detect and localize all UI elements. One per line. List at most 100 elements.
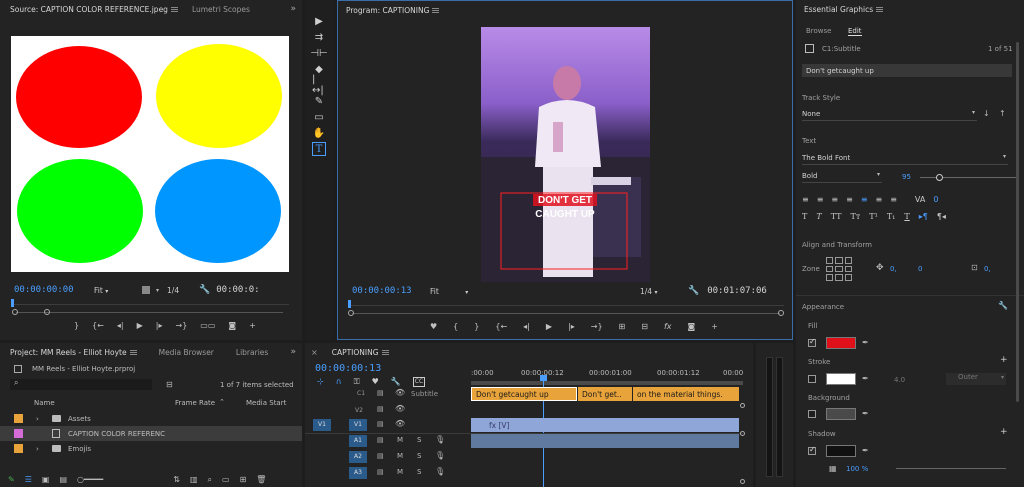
sync-lock-icon[interactable]: ▤	[377, 468, 384, 476]
underline-icon[interactable]: T	[904, 212, 909, 221]
panel-overflow-icon[interactable]: »	[290, 4, 296, 14]
stroke-width-value[interactable]: 4.0	[894, 376, 905, 384]
tab-program[interactable]: Program: CAPTIONING	[346, 6, 440, 15]
sort-icon[interactable]: ⇅	[173, 475, 180, 485]
sync-lock-icon[interactable]: ▤	[377, 420, 384, 428]
trash-icon[interactable]: 🗑	[256, 475, 266, 485]
small-caps-icon[interactable]: Tт	[851, 212, 861, 221]
subtitle-clip[interactable]: Don't getcaught up	[471, 387, 577, 401]
subtitle-clip[interactable]: on the material things.	[633, 387, 739, 401]
source-scrubber[interactable]	[11, 299, 289, 307]
background-color-swatch[interactable]	[826, 408, 856, 420]
a2-target[interactable]: A2	[349, 451, 367, 463]
sort-up-icon[interactable]: ⌃	[219, 398, 225, 406]
fill-checkbox[interactable]	[808, 337, 816, 347]
settings-square-icon[interactable]	[142, 286, 150, 294]
list-item[interactable]: › Emojis	[0, 441, 302, 456]
expand-chevron-icon[interactable]: ›	[36, 415, 39, 423]
panel-overflow-icon[interactable]: »	[290, 347, 296, 357]
zone-grid[interactable]	[826, 257, 852, 281]
program-ratio-select[interactable]: 1/4 ▾	[640, 287, 688, 296]
timeline-timecode[interactable]: 00:00:00:13	[315, 363, 381, 374]
source-zoom-bar[interactable]	[12, 309, 287, 315]
program-zoom-bar[interactable]	[348, 310, 784, 316]
insert-icon[interactable]: ▭▭	[200, 321, 215, 330]
eg-scrollbar[interactable]	[1016, 42, 1019, 402]
justify-center-icon[interactable]: ≡	[861, 195, 868, 204]
add-stroke-icon[interactable]: +	[1000, 355, 1008, 365]
new-bin-button-icon[interactable]: ▭	[222, 475, 230, 485]
eye-icon[interactable]: 👁	[395, 419, 405, 428]
stroke-type-select[interactable]: Outer ▾	[946, 373, 1006, 385]
wrench-icon[interactable]: 🔧	[998, 301, 1008, 310]
list-item[interactable]: › Assets	[0, 411, 302, 426]
align-center-icon[interactable]: ≡	[817, 195, 824, 204]
mark-out-icon[interactable]: }	[74, 321, 79, 330]
expand-chevron-icon[interactable]: ›	[36, 445, 39, 453]
go-to-in-icon[interactable]: {←	[92, 321, 104, 330]
zoom-handle-left[interactable]	[12, 309, 18, 315]
marker-icon[interactable]: ♥	[430, 322, 437, 331]
program-playhead[interactable]	[348, 300, 351, 308]
justify-all-icon[interactable]: ≡	[890, 195, 897, 204]
superscript-icon[interactable]: T¹	[869, 212, 878, 221]
wrench-icon[interactable]: 🔧	[688, 286, 699, 296]
rtl-icon[interactable]: ¶◂	[937, 212, 946, 221]
add-button-icon[interactable]: +	[711, 322, 718, 331]
font-style-select[interactable]: Bold ▾	[802, 171, 882, 183]
col-name[interactable]: Name	[34, 399, 55, 407]
pen-tool-icon[interactable]: ✎	[312, 94, 326, 108]
hand-tool-icon[interactable]: ✋	[312, 126, 326, 140]
panel-menu-icon[interactable]	[129, 350, 137, 355]
eye-icon[interactable]: 👁	[395, 388, 405, 397]
opacity-value[interactable]: 100 %	[846, 465, 868, 473]
eyedropper-icon[interactable]: ✒	[862, 338, 869, 347]
add-button-icon[interactable]: +	[249, 321, 256, 330]
step-back-icon[interactable]: ◂|	[117, 321, 124, 330]
microphone-icon[interactable]: 🎙	[435, 435, 445, 444]
list-item[interactable]: CAPTION COLOR REFERENC	[0, 426, 302, 441]
microphone-icon[interactable]: 🎙	[435, 451, 445, 460]
justify-left-icon[interactable]: ≡	[846, 195, 853, 204]
step-forward-icon[interactable]: |▸	[156, 321, 163, 330]
go-to-out-icon[interactable]: →}	[175, 321, 187, 330]
ripple-edit-icon[interactable]: ⊣⊢	[310, 46, 327, 60]
track-select-icon[interactable]: ⇉	[312, 30, 326, 44]
faux-bold-icon[interactable]: T	[802, 212, 807, 221]
arrow-down-icon[interactable]: ↓	[983, 109, 990, 118]
align-left-icon[interactable]: ≡	[802, 195, 809, 204]
extract-icon[interactable]: ⊟	[641, 322, 648, 331]
font-select[interactable]: The Bold Font ▾	[802, 153, 1008, 165]
all-caps-icon[interactable]: TT	[831, 212, 842, 221]
program-timecode[interactable]: 00:00:00:13	[352, 286, 430, 296]
font-size-value[interactable]: 95	[902, 173, 911, 181]
tab-browse[interactable]: Browse	[806, 27, 832, 35]
a1-target[interactable]: A1	[349, 435, 367, 447]
camera-icon[interactable]: ◙	[688, 322, 696, 331]
icon-view-icon[interactable]: ▣	[42, 475, 50, 485]
close-icon[interactable]: ×	[311, 348, 318, 357]
eye-icon[interactable]: 👁	[395, 404, 405, 413]
ltr-icon[interactable]: ▸¶	[919, 212, 928, 221]
shadow-checkbox[interactable]	[808, 445, 816, 455]
wrench-icon[interactable]: 🔧	[199, 285, 210, 295]
tab-source[interactable]: Source: CAPTION COLOR REFERENCE.jpeg	[10, 5, 178, 14]
fill-color-swatch[interactable]	[826, 337, 856, 349]
tab-libraries[interactable]: Libraries	[236, 348, 268, 357]
timeline-vertical-scrollbar[interactable]	[739, 403, 745, 487]
panel-menu-icon[interactable]	[876, 7, 884, 12]
font-size-slider[interactable]	[920, 174, 1016, 181]
align-right-icon[interactable]: ≡	[831, 195, 838, 204]
stroke-color-swatch[interactable]	[826, 373, 856, 385]
eyedropper-icon[interactable]: ✒	[862, 409, 869, 418]
slip-tool-icon[interactable]: |↔|	[312, 74, 326, 96]
automate-icon[interactable]: ▥	[190, 475, 198, 485]
subtitle-clip[interactable]: Don't get..	[578, 387, 632, 401]
mute-icon[interactable]: M	[397, 452, 403, 460]
program-scrubber[interactable]	[348, 300, 784, 308]
scale-value[interactable]: 0,	[984, 265, 991, 273]
mark-in-icon[interactable]: {	[453, 322, 458, 331]
solo-icon[interactable]: S	[417, 468, 421, 476]
play-icon[interactable]: ▶	[137, 321, 143, 330]
position-x-value[interactable]: 0,	[890, 265, 897, 273]
